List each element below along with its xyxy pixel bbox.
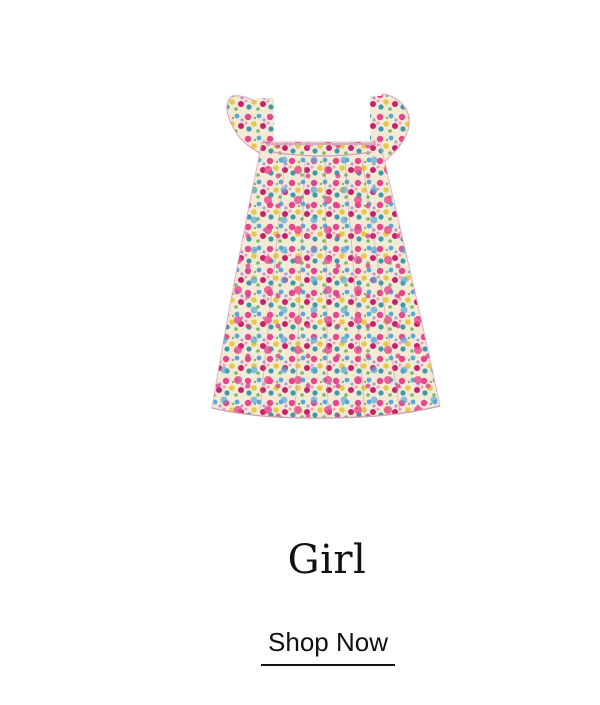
product-category-card[interactable]: Girl Shop Now	[0, 0, 600, 705]
category-title: Girl	[287, 537, 367, 583]
floral-dress-icon[interactable]	[200, 90, 450, 425]
shop-now-link[interactable]: Shop Now	[261, 624, 395, 666]
